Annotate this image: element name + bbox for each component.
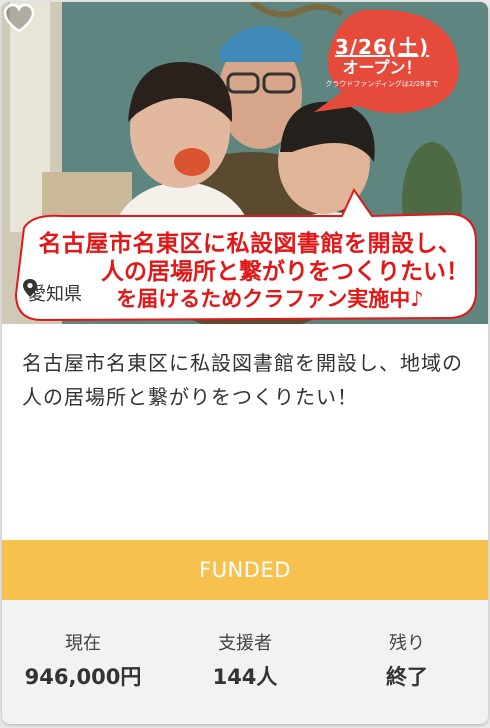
stat-label: 現在 (65, 633, 101, 654)
stat-current-amount: 現在 946,000円 (2, 600, 164, 724)
stat-label: 残り (389, 633, 425, 654)
opening-date: 3/26(土) (334, 35, 430, 59)
opening-date-bubble: 3/26(土) オープン！ クラウドファンディングは2/28まで (320, 36, 444, 89)
stat-label: 支援者 (218, 633, 272, 654)
project-title[interactable]: 名古屋市名東区に私設図書館を開設し、地域の人の居場所と繋がりをつくりたい！ (22, 346, 472, 414)
heart-icon[interactable] (2, 2, 36, 34)
project-card[interactable]: 3/26(土) オープン！ クラウドファンディングは2/28まで 名古屋市名東区… (2, 2, 488, 724)
stats-row: 現在 946,000円 支援者 144人 残り 終了 (2, 600, 488, 724)
stat-remaining: 残り 終了 (326, 600, 488, 724)
stat-supporters: 支援者 144人 (164, 600, 326, 724)
crowdfunding-deadline-note: クラウドファンディングは2/28まで (325, 80, 439, 88)
project-image: 3/26(土) オープン！ クラウドファンディングは2/28まで 名古屋市名東区… (2, 2, 488, 324)
map-pin-icon (23, 279, 37, 297)
opening-label: オープン！ (342, 58, 422, 77)
status-badge: FUNDED (2, 540, 488, 600)
location-tag: 愛知県 (22, 278, 90, 308)
stat-value: 144人 (212, 665, 278, 689)
stat-value: 終了 (386, 665, 428, 689)
banner-line-1: 名古屋市名東区に私設図書館を開設し、 (38, 231, 462, 257)
stat-value: 946,000円 (24, 665, 142, 689)
